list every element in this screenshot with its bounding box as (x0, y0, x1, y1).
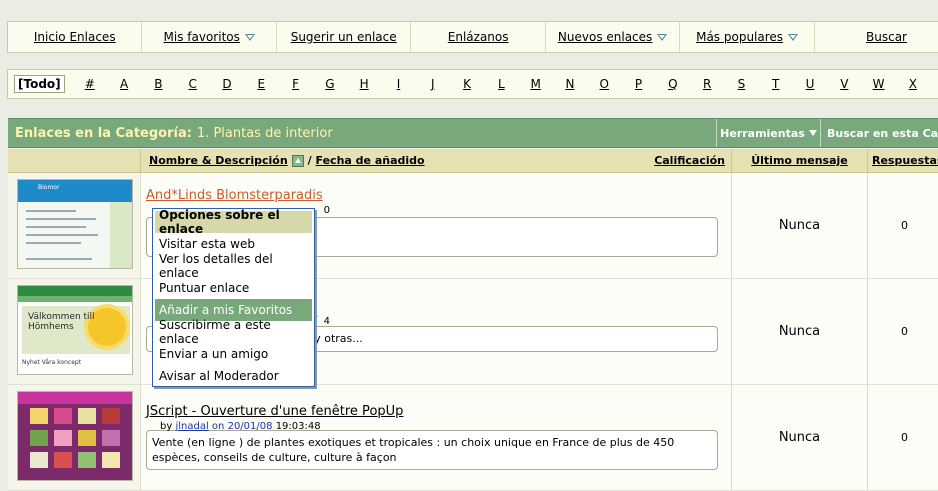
sort-ascending-icon[interactable] (291, 154, 304, 167)
tools-label: Herramientas (720, 126, 805, 140)
thumbnail-text: Välkommen till Hömhems (28, 312, 95, 332)
letter-filter[interactable]: F (278, 77, 312, 91)
link-thumbnail[interactable]: Biomor (8, 173, 141, 278)
letter-filter[interactable]: U (793, 77, 827, 91)
letter-filter[interactable]: R (690, 77, 724, 91)
letter-filter[interactable]: A (107, 77, 141, 91)
replies-count: 0 (867, 173, 938, 278)
search-category-label: Buscar en esta Cate (827, 126, 938, 140)
nav-mas-populares[interactable]: Más populares (680, 22, 815, 52)
replies-count: 0 (867, 385, 938, 490)
letter-filter[interactable]: Q (656, 77, 690, 91)
tools-dropdown[interactable]: Herramientas (716, 119, 820, 147)
letter-filter[interactable]: L (484, 77, 518, 91)
replies-count: 0 (867, 279, 938, 384)
link-title[interactable]: JScript - Ouverture d'une fenêtre PopUp (146, 404, 731, 419)
sort-by-last-message-link[interactable]: Último mensaje (731, 149, 867, 172)
link-thumbnail[interactable] (8, 385, 141, 490)
menu-item-rate-link[interactable]: Puntuar enlace (155, 277, 312, 299)
letter-filter[interactable]: G (313, 77, 347, 91)
category-title: Enlaces en la Categoría: 1. Plantas de i… (8, 119, 716, 147)
post-time: 19:03:48 (275, 421, 321, 432)
letter-filter[interactable]: T (759, 77, 793, 91)
letter-filter[interactable]: I (381, 77, 415, 91)
sort-by-replies-link[interactable]: Respuestas (867, 149, 938, 172)
menu-item-send-friend[interactable]: Enviar a un amigo (155, 343, 312, 365)
thumbnail-logo: Biomor (38, 184, 60, 191)
letter-filter[interactable]: S (724, 77, 758, 91)
table-row: JScript - Ouverture d'une fenêtre PopUp … (8, 385, 938, 491)
letter-filter[interactable]: P (621, 77, 655, 91)
category-label: Enlaces en la Categoría: (15, 125, 192, 141)
letter-filter[interactable]: W (861, 77, 895, 91)
letter-filter[interactable]: J (416, 77, 450, 91)
link-info: JScript - Ouverture d'une fenêtre PopUp … (141, 385, 731, 490)
top-navigation: Inicio Enlaces Mis favoritos Sugerir un … (7, 21, 938, 53)
nav-nuevos-enlaces[interactable]: Nuevos enlaces (546, 22, 681, 52)
chevron-down-icon (657, 33, 668, 41)
letter-filter[interactable]: V (827, 77, 861, 91)
letter-filter[interactable]: H (347, 77, 381, 91)
sort-by-rating-link[interactable]: Calificación (654, 154, 731, 167)
letter-filter[interactable]: X (896, 77, 930, 91)
letter-filter[interactable]: B (141, 77, 175, 91)
letter-filter[interactable]: N (553, 77, 587, 91)
category-header: Enlaces en la Categoría: 1. Plantas de i… (8, 118, 938, 148)
search-category-button[interactable]: Buscar en esta Cate (820, 119, 938, 147)
website-screenshot-image: Biomor (17, 179, 133, 269)
post-date: 20/01/08 (227, 421, 273, 432)
last-message: Nunca (731, 173, 867, 278)
link-thumbnail[interactable]: Välkommen till Hömhems Nyhet Våra koncep… (8, 279, 141, 384)
column-separator: / (307, 154, 312, 167)
letter-filter[interactable]: # (73, 77, 107, 91)
letter-filter[interactable]: D (210, 77, 244, 91)
website-screenshot-image: Välkommen till Hömhems Nyhet Våra koncep… (17, 285, 133, 375)
letter-filter[interactable]: M (519, 77, 553, 91)
link-description: Vente (en ligne ) de plantes exotiques e… (146, 430, 718, 470)
table-row: Välkommen till Hömhems Nyhet Våra koncep… (8, 279, 938, 385)
link-options-menu: Opciones sobre el enlace Visitar esta we… (152, 208, 315, 387)
letter-filter[interactable]: K (450, 77, 484, 91)
letter-filter[interactable]: E (244, 77, 278, 91)
thumb-column-header (8, 149, 141, 172)
last-message: Nunca (731, 279, 867, 384)
last-message: Nunca (731, 385, 867, 490)
letter-filter[interactable]: O (587, 77, 621, 91)
nav-inicio-enlaces[interactable]: Inicio Enlaces (8, 22, 143, 52)
menu-item-subscribe[interactable]: Suscribirme a este enlace (155, 318, 312, 346)
chevron-down-icon (244, 33, 255, 41)
nav-buscar[interactable]: Buscar (815, 22, 938, 52)
table-row: Biomor And*Linds Blomsterparadis 0 Nunca… (8, 173, 938, 279)
category-name: 1. Plantas de interior (196, 125, 333, 141)
author-link[interactable]: jlnadal (175, 421, 208, 432)
alphabet-filter: [Todo] # A B C D E F G H I J K L M N O P… (7, 69, 938, 99)
nav-mis-favoritos[interactable]: Mis favoritos (142, 22, 277, 52)
name-column-header: Nombre & Descripción / Fecha de añadido … (141, 154, 731, 167)
nav-sugerir-enlace[interactable]: Sugerir un enlace (277, 22, 412, 52)
table-header: Nombre & Descripción / Fecha de añadido … (8, 149, 938, 173)
thumbnail-footer: Nyhet Våra koncept (22, 359, 82, 366)
nav-enlazanos[interactable]: Enlázanos (411, 22, 546, 52)
sort-by-name-link[interactable]: Nombre & Descripción (149, 154, 288, 167)
letter-filter-all[interactable]: [Todo] (14, 75, 65, 93)
letter-filter[interactable]: C (176, 77, 210, 91)
menu-item-view-details[interactable]: Ver los detalles del enlace (155, 252, 312, 280)
link-title[interactable]: And*Linds Blomsterparadis (146, 188, 731, 203)
sort-by-date-link[interactable]: Fecha de añadido (316, 154, 425, 167)
menu-header: Opciones sobre el enlace (155, 208, 312, 236)
menu-item-notify-moderator[interactable]: Avisar al Moderador (155, 365, 312, 387)
chevron-down-icon (788, 33, 799, 41)
chevron-down-icon (808, 130, 817, 136)
website-screenshot-image (17, 391, 133, 481)
